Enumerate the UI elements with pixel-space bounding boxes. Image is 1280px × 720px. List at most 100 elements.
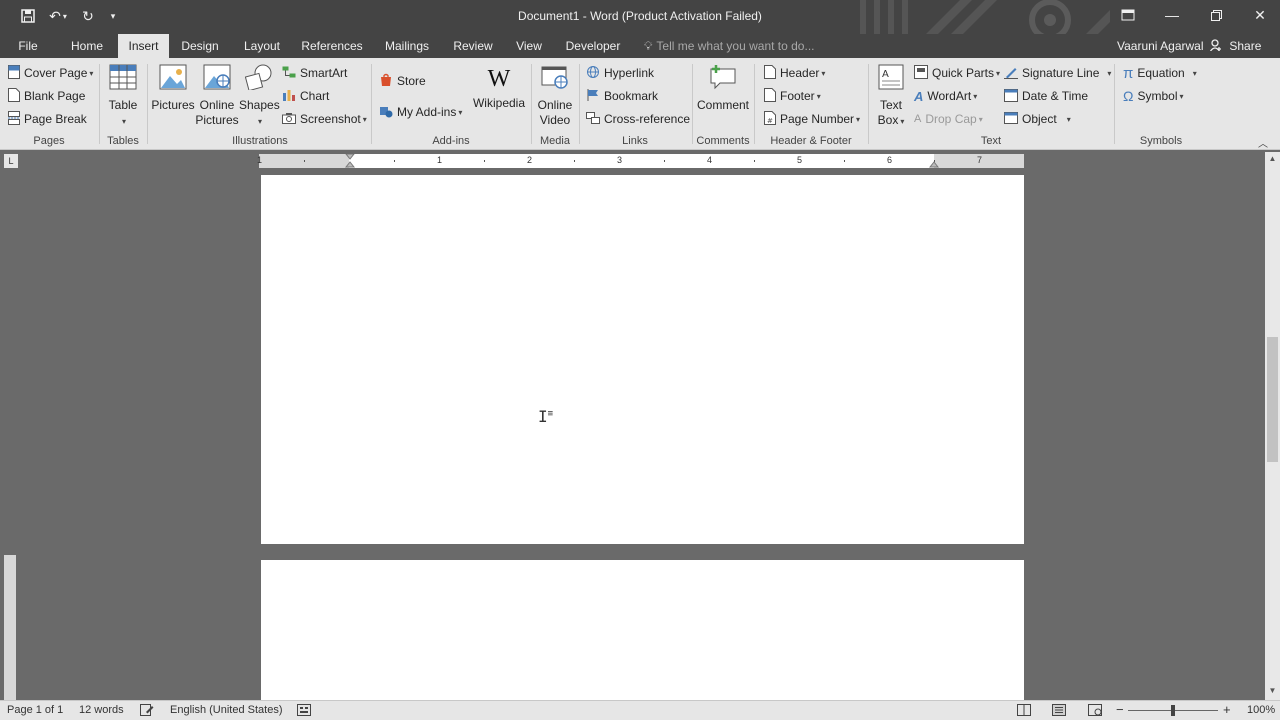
smartart-button[interactable]: SmartArt: [282, 63, 347, 83]
wikipedia-icon: W: [487, 66, 511, 92]
cross-reference-label: Cross-reference: [604, 112, 691, 126]
text-box-button[interactable]: A Text Box ▾: [872, 64, 910, 129]
ruler-number: 3: [617, 155, 623, 165]
tab-review[interactable]: Review: [448, 34, 498, 58]
status-bar: Page 1 of 1 12 words English (United Sta…: [0, 700, 1280, 720]
zoom-out-icon[interactable]: −: [1116, 702, 1124, 717]
ruler-tick: [664, 160, 665, 162]
tab-home[interactable]: Home: [62, 34, 112, 58]
screenshot-button[interactable]: Screenshot ▾: [282, 109, 367, 129]
tab-developer[interactable]: Developer: [560, 34, 626, 58]
indent-marker-icon[interactable]: [345, 154, 355, 168]
pictures-label: Pictures: [151, 98, 195, 112]
ruler-number: 4: [707, 155, 713, 165]
symbol-button[interactable]: Ω Symbol ▾: [1123, 86, 1184, 106]
word-count[interactable]: 12 words: [79, 704, 124, 716]
read-mode-icon[interactable]: [1017, 704, 1031, 719]
header-label: Header: [780, 66, 820, 80]
smartart-label: SmartArt: [300, 66, 348, 80]
cover-page-button[interactable]: Cover Page ▾: [8, 63, 93, 83]
my-addins-button[interactable]: My Add-ins ▾: [379, 102, 462, 122]
share-button[interactable]: Share: [1209, 34, 1261, 58]
wikipedia-label: Wikipedia: [472, 96, 526, 110]
minimize-icon[interactable]: —: [1150, 0, 1194, 30]
group-label-text: Text: [980, 135, 1002, 147]
user-name[interactable]: Vaaruni Agarwal: [1117, 34, 1204, 58]
table-label: Table: [108, 98, 138, 112]
bookmark-button[interactable]: Bookmark: [586, 86, 658, 106]
document-page-2[interactable]: [261, 560, 1024, 700]
object-label: Object: [1022, 112, 1057, 126]
close-icon[interactable]: ✕: [1238, 0, 1280, 30]
proofing-icon[interactable]: [140, 704, 154, 719]
vertical-ruler[interactable]: [4, 555, 16, 700]
pictures-icon: [151, 64, 195, 94]
scroll-down-icon[interactable]: ▼: [1265, 684, 1280, 698]
tab-insert[interactable]: Insert: [118, 34, 169, 58]
camera-icon: [282, 112, 296, 127]
tab-mailings[interactable]: Mailings: [378, 34, 436, 58]
footer-button[interactable]: Footer ▾: [764, 86, 821, 106]
object-button[interactable]: Object ▾: [1004, 109, 1071, 129]
tab-layout[interactable]: Layout: [238, 34, 286, 58]
page-number-button[interactable]: # Page Number ▾: [764, 109, 860, 129]
blank-page-label: Blank Page: [24, 89, 86, 103]
group-separator: [692, 64, 693, 144]
collapse-ribbon-icon[interactable]: ︿: [1258, 135, 1268, 150]
cross-reference-button[interactable]: Cross-reference: [586, 109, 690, 129]
horizontal-ruler[interactable]: 1 1 2 3 4 5 6 7: [257, 154, 1024, 168]
date-time-button[interactable]: Date & Time: [1004, 86, 1088, 106]
web-layout-icon[interactable]: [1088, 704, 1102, 719]
signature-line-button[interactable]: Signature Line ▾: [1004, 63, 1111, 83]
tab-selector-icon[interactable]: L: [4, 154, 18, 168]
chart-button[interactable]: Chart: [282, 86, 329, 106]
vertical-scrollbar[interactable]: ▲ ▼: [1265, 152, 1280, 700]
tab-design[interactable]: Design: [176, 34, 224, 58]
language[interactable]: English (United States): [170, 704, 283, 716]
drop-cap-icon: A: [914, 113, 922, 125]
comment-button[interactable]: Comment: [696, 64, 750, 113]
wikipedia-button[interactable]: W Wikipedia: [472, 66, 526, 111]
shapes-button[interactable]: Shapes ▾: [239, 64, 280, 129]
footer-label: Footer: [780, 89, 815, 103]
online-pictures-button[interactable]: Online Pictures: [195, 64, 239, 128]
page-count[interactable]: Page 1 of 1: [7, 704, 63, 716]
online-video-button[interactable]: Online Video: [534, 64, 576, 128]
ribbon-display-icon[interactable]: [1106, 0, 1150, 30]
blank-page-button[interactable]: Blank Page: [8, 86, 85, 106]
tell-me-search[interactable]: 💡︎ Tell me what you want to do...: [644, 34, 815, 58]
group-label-addins: Add-ins: [432, 135, 470, 147]
restore-icon[interactable]: [1194, 0, 1238, 30]
online-pictures-icon: [195, 64, 239, 94]
group-separator: [579, 64, 580, 144]
zoom-level[interactable]: 100%: [1247, 704, 1275, 716]
header-button[interactable]: Header ▾: [764, 63, 825, 83]
table-button[interactable]: Table ▾: [104, 64, 142, 129]
ruler-tick: [754, 160, 755, 162]
document-page-1[interactable]: [261, 175, 1024, 544]
pictures-button[interactable]: Pictures: [151, 64, 195, 113]
tab-references[interactable]: References: [298, 34, 366, 58]
zoom-slider-thumb[interactable]: [1171, 705, 1175, 716]
equation-button[interactable]: π Equation ▾: [1123, 63, 1197, 83]
group-separator: [754, 64, 755, 144]
scroll-up-icon[interactable]: ▲: [1265, 152, 1280, 166]
online-pictures-label-1: Online: [199, 98, 235, 112]
tell-me-text: Tell me what you want to do...: [656, 39, 815, 53]
wordart-button[interactable]: A WordArt ▾: [914, 86, 977, 106]
group-label-links: Links: [622, 135, 648, 147]
tab-file[interactable]: File: [10, 34, 46, 58]
hyperlink-button[interactable]: Hyperlink: [586, 63, 654, 83]
right-indent-marker-icon[interactable]: [929, 154, 939, 168]
print-layout-icon[interactable]: [1052, 704, 1066, 719]
page-break-button[interactable]: Page Break: [8, 109, 87, 129]
macro-icon[interactable]: [297, 704, 311, 719]
tab-view[interactable]: View: [510, 34, 548, 58]
quick-parts-button[interactable]: Quick Parts ▾: [914, 63, 1000, 83]
scrollbar-thumb[interactable]: [1267, 337, 1278, 462]
store-button[interactable]: Store: [379, 71, 426, 91]
page-number-label: Page Number: [780, 112, 855, 126]
date-time-label: Date & Time: [1022, 89, 1089, 103]
drop-cap-button[interactable]: A Drop Cap ▾: [914, 109, 983, 129]
zoom-in-icon[interactable]: +: [1223, 702, 1231, 717]
